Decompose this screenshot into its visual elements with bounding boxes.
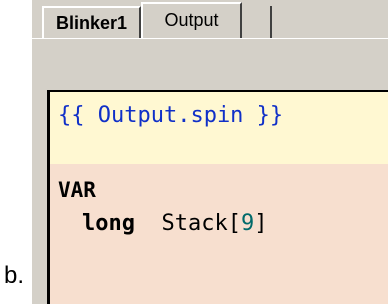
var-section-keyword: VAR bbox=[58, 178, 96, 202]
tab-separator bbox=[270, 6, 272, 39]
code-comment-line: {{ Output.spin }} bbox=[58, 103, 284, 128]
type-keyword: long bbox=[82, 211, 135, 236]
tab-output[interactable]: Output bbox=[141, 2, 242, 39]
figure-caption: b. bbox=[4, 262, 25, 289]
array-size: 9 bbox=[240, 211, 255, 236]
tabbar-divider bbox=[32, 38, 388, 39]
array-closing-bracket: ] bbox=[254, 211, 268, 236]
code-editor[interactable]: {{ Output.spin }} VAR long Stack[9] bbox=[47, 90, 388, 304]
editor-window: Blinker1 Output {{ Output.spin }} VAR lo… bbox=[32, 0, 388, 304]
tab-blinker1[interactable]: Blinker1 bbox=[42, 6, 141, 39]
array-identifier: Stack[ bbox=[161, 211, 241, 236]
var-declaration-line: long Stack[9] bbox=[82, 210, 267, 238]
